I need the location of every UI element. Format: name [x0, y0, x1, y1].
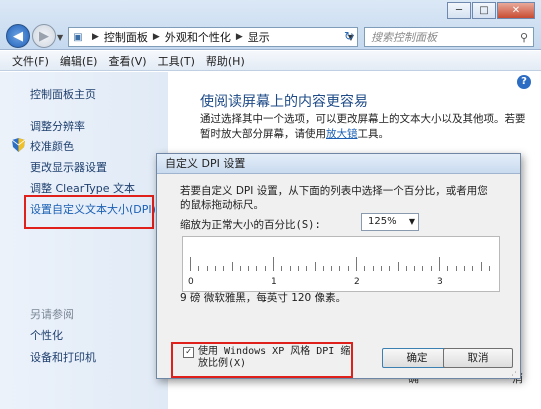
ruler-tick — [190, 257, 191, 271]
sidebar-item-resolution[interactable]: 调整分辨率 — [30, 118, 85, 134]
refresh-icon[interactable]: ↻ — [341, 29, 357, 45]
highlight-box — [24, 195, 154, 229]
ruler-tick — [214, 266, 216, 271]
forward-button[interactable]: ▶ — [32, 24, 56, 48]
close-button[interactable]: ✕ — [497, 2, 535, 19]
ruler-tick — [430, 266, 432, 271]
ruler-tick — [248, 266, 250, 271]
ruler-tick — [289, 266, 291, 271]
sidebar-item-devices-printers[interactable]: 设备和打印机 — [30, 349, 96, 365]
ruler-tick — [422, 266, 424, 271]
menu-help[interactable]: 帮助(H) — [206, 53, 245, 69]
ruler-tick — [380, 266, 382, 271]
ruler-tick — [339, 266, 341, 271]
ruler-tick — [281, 266, 283, 271]
font-info: 9 磅 微软雅黑，每英寸 120 像素。 — [180, 292, 347, 304]
ruler-tick — [488, 266, 490, 271]
page-title: 使阅读屏幕上的内容更容易 — [200, 94, 368, 110]
breadcrumb-item[interactable]: 显示 — [248, 29, 270, 45]
ruler-number: 3 — [437, 277, 443, 287]
ruler-tick — [414, 266, 416, 271]
ruler-tick — [239, 266, 241, 271]
ruler-tick — [372, 266, 374, 271]
ruler-tick — [297, 266, 299, 271]
recent-pages-dropdown[interactable]: ▼ — [57, 33, 63, 42]
ruler-tick — [480, 262, 482, 271]
breadcrumb: 控制面板 ▶ 外观和个性化 ▶ 显示 — [104, 29, 270, 45]
sidebar-item-display-settings[interactable]: 更改显示器设置 — [30, 159, 107, 175]
shield-icon — [12, 138, 25, 152]
breadcrumb-item[interactable]: 控制面板 — [104, 29, 148, 45]
search-box[interactable]: 搜索控制面板 ⚲ — [364, 27, 534, 47]
scale-label: 缩放为正常大小的百分比(S): — [180, 219, 321, 231]
scale-select[interactable]: 125% ▼ — [361, 213, 419, 231]
magnifier-link[interactable]: 放大镜 — [326, 128, 358, 140]
see-also-title: 另请参阅 — [30, 308, 74, 321]
ruler-number: 0 — [188, 277, 194, 287]
chevron-down-icon: ▼ — [408, 217, 415, 226]
ruler-number: 1 — [271, 277, 277, 287]
chevron-right-icon: ▶ — [152, 32, 160, 42]
window-controls: ─ □ ✕ — [446, 2, 535, 21]
ruler-tick — [223, 266, 225, 271]
search-input[interactable]: 搜索控制面板 — [371, 29, 515, 45]
ruler-tick — [198, 266, 200, 271]
ruler-tick — [331, 266, 333, 271]
resize-grip-icon[interactable]: ⋰ — [508, 371, 517, 381]
ruler-tick — [347, 266, 349, 271]
menu-view[interactable]: 查看(V) — [108, 53, 146, 69]
chevron-right-icon: ▶ — [92, 32, 99, 42]
ruler-number: 2 — [354, 277, 360, 287]
breadcrumb-item[interactable]: 外观和个性化 — [165, 29, 231, 45]
dialog-title: 自定义 DPI 设置 — [157, 154, 520, 174]
ruler-tick — [256, 266, 258, 271]
ruler-tick — [306, 266, 308, 271]
ok-button[interactable]: 确定 — [382, 348, 452, 368]
sidebar-item-personalization[interactable]: 个性化 — [30, 327, 63, 343]
search-icon[interactable]: ⚲ — [515, 31, 533, 44]
ruler-tick — [472, 266, 474, 271]
dialog-description: 若要自定义 DPI 设置，从下面的列表中选择一个百分比，或者用您的鼠标拖动标尺。 — [180, 185, 488, 211]
sidebar-item-calibrate-color[interactable]: 校准颜色 — [30, 138, 74, 154]
control-panel-icon: ▣ — [73, 31, 83, 43]
minimize-button[interactable]: ─ — [447, 2, 471, 19]
ruler-tick — [206, 266, 208, 271]
menu-file[interactable]: 文件(F) — [12, 53, 49, 69]
ruler-tick — [322, 266, 324, 271]
menu-bar: 文件(F) 编辑(E) 查看(V) 工具(T) 帮助(H) — [0, 51, 541, 71]
dpi-ruler[interactable]: 0 1 2 3 — [182, 236, 500, 292]
ruler-tick — [439, 257, 440, 271]
maximize-button[interactable]: □ — [472, 2, 496, 19]
ruler-tick — [264, 266, 266, 271]
forward-arrow-icon: ▶ — [39, 28, 49, 44]
address-bar[interactable]: ▣ ▶ 控制面板 ▶ 外观和个性化 ▶ 显示 ▼ — [68, 27, 358, 47]
ruler-tick — [397, 262, 399, 271]
ruler-tick — [447, 266, 449, 271]
back-arrow-icon: ◀ — [13, 28, 23, 44]
back-button[interactable]: ◀ — [6, 24, 30, 48]
description-text-end: 工具。 — [357, 128, 390, 140]
sidebar-item-cleartype[interactable]: 调整 ClearType 文本 — [30, 180, 135, 196]
page-description: 通过选择其中一个选项，可以更改屏幕上的文本大小以及其他项。若要暂时放大部分屏幕，… — [200, 112, 530, 142]
ruler-tick — [273, 257, 274, 271]
cancel-button[interactable]: 取消 — [443, 348, 513, 368]
help-icon[interactable]: ? — [517, 75, 531, 89]
highlight-box — [171, 342, 353, 378]
ruler-tick — [463, 266, 465, 271]
chevron-right-icon: ▶ — [235, 32, 243, 42]
ruler-tick — [455, 266, 457, 271]
sidebar-item-home[interactable]: 控制面板主页 — [30, 86, 96, 102]
scale-select-value: 125% — [368, 216, 397, 227]
menu-tools[interactable]: 工具(T) — [158, 53, 195, 69]
ruler-tick — [231, 262, 233, 271]
ruler-tick — [314, 262, 316, 271]
ruler-tick — [364, 266, 366, 271]
explorer-toolbar: ─ □ ✕ ◀ ▶ ▼ ▣ ▶ 控制面板 ▶ 外观和个性化 ▶ 显示 ▼ ↻ 搜… — [0, 0, 541, 50]
menu-edit[interactable]: 编辑(E) — [60, 53, 98, 69]
ruler-tick — [356, 257, 357, 271]
ruler-tick — [389, 266, 391, 271]
ruler-tick — [405, 266, 407, 271]
